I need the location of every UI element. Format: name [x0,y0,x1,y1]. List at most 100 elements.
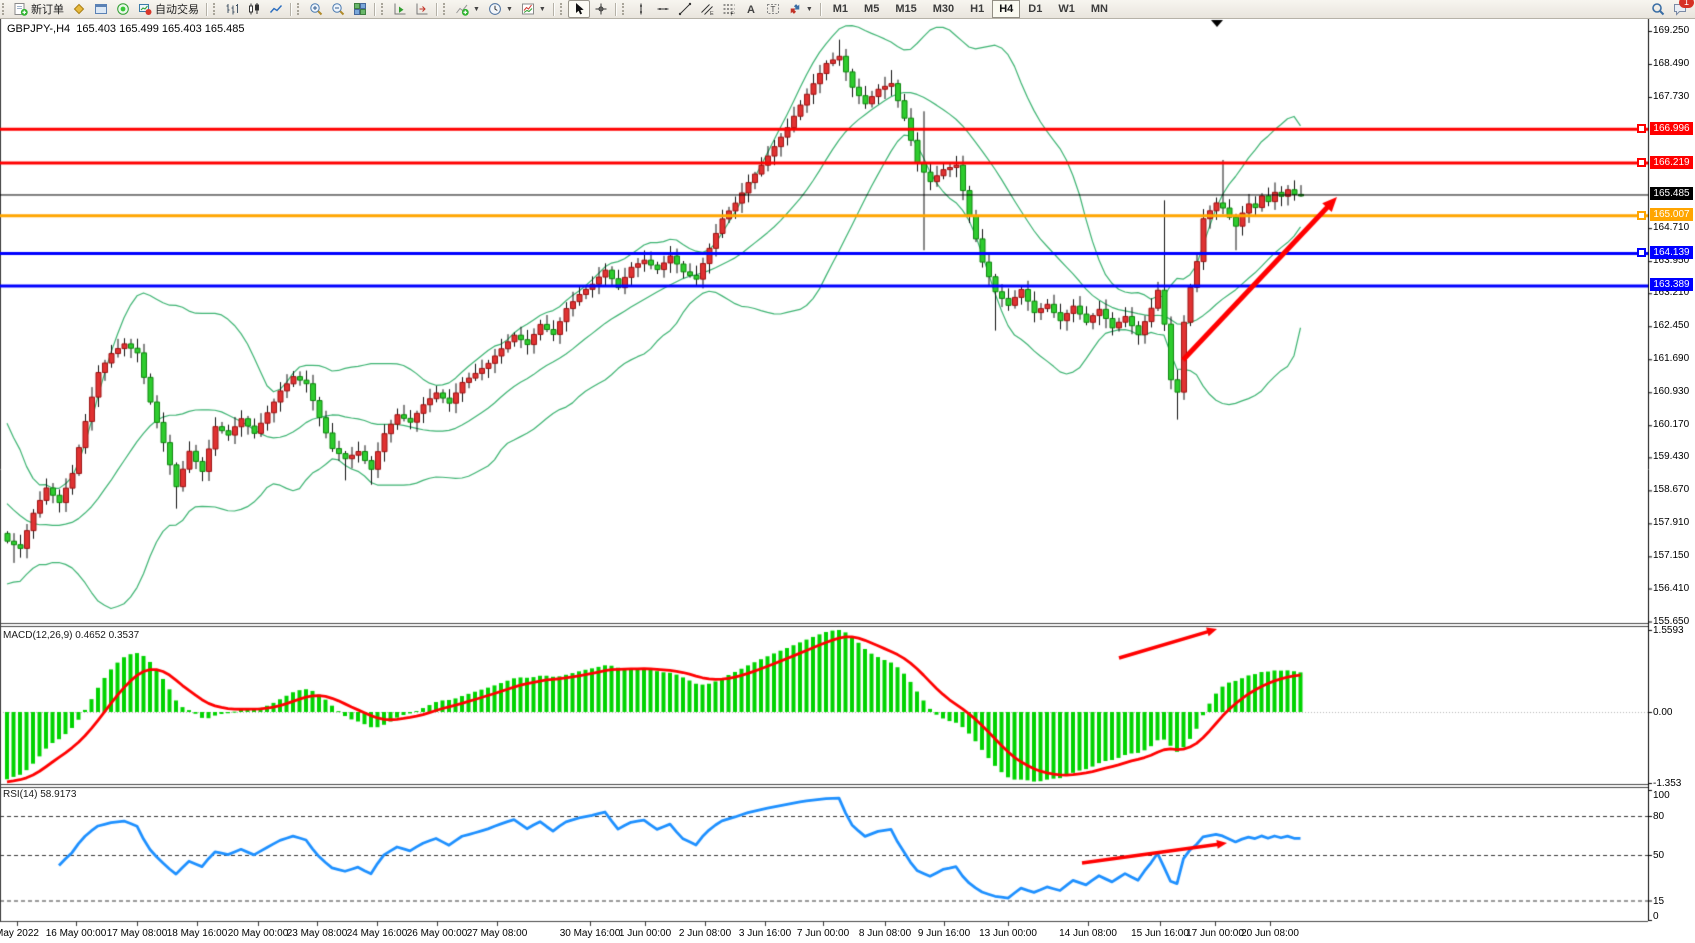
timeframe-button-d1[interactable]: D1 [1020,0,1050,18]
price-tick-label: 168.490 [1653,58,1689,69]
price-tick-label: 159.430 [1653,451,1689,462]
templates-button[interactable]: ▼ [517,0,550,18]
time-tick-label: 20 Jun 08:00 [1241,928,1299,939]
text-button[interactable]: A [740,0,762,18]
candlestick-chart-button[interactable] [243,0,265,18]
timeframe-button-mn[interactable]: MN [1083,0,1116,18]
price-tick-label: 169.250 [1653,25,1689,36]
time-tick-label: 27 May 08:00 [467,928,528,939]
level-line-anchor[interactable] [1637,211,1646,220]
periods-button[interactable]: ▼ [484,0,517,18]
svg-text:E: E [710,11,714,16]
vertical-line-button[interactable] [630,0,652,18]
time-tick-label: 2 Jun 08:00 [679,928,731,939]
bar-chart-icon [225,2,239,16]
search-icon [1651,2,1665,16]
line-chart-button[interactable] [265,0,287,18]
price-tick-label: 156.410 [1653,583,1689,594]
timeframe-button-m30[interactable]: M30 [925,0,962,18]
trendline-icon [678,2,692,16]
horizontal-line-button[interactable] [652,0,674,18]
bar-chart-button[interactable] [221,0,243,18]
toolbar-separator [553,3,555,16]
chevron-down-icon[interactable]: ▼ [506,6,513,13]
time-tick-label: 30 May 16:00 [560,928,621,939]
time-tick-label: 23 May 08:00 [287,928,348,939]
crosshair-icon [594,2,608,16]
time-tick-label: 17 May 08:00 [107,928,168,939]
auto-trading-icon [138,2,152,16]
chart-canvas[interactable] [0,0,1695,943]
timeframe-button-m5[interactable]: M5 [856,0,887,18]
new-order-button-label: 新订单 [31,1,64,17]
label-button[interactable]: T [762,0,784,18]
rsi-tick-label: 100 [1653,790,1670,801]
zoom-out-button[interactable] [327,0,349,18]
market-depth-button[interactable] [112,0,134,18]
chevron-down-icon[interactable]: ▼ [806,6,813,13]
tile-windows-icon [353,2,367,16]
macd-indicator-label: MACD(12,26,9) 0.4652 0.3537 [3,630,139,641]
mt4-window: 新订单自动交易▼▼▼EFAT▼M1M5M15M30H1H4D1W1MN1 GBP… [0,0,1695,943]
blue-window-icon [94,2,108,16]
tile-windows-button[interactable] [349,0,371,18]
price-tick-label: 158.670 [1653,484,1689,495]
crosshair-button[interactable] [590,0,612,18]
trendline-button[interactable] [674,0,696,18]
time-tick-label: 9 Jun 16:00 [918,928,970,939]
timeframe-button-m1[interactable]: M1 [825,0,856,18]
price-level-badge: 163.389 [1650,278,1693,291]
time-tick-label: 15 Jun 16:00 [1131,928,1189,939]
shapes-button[interactable]: ▼ [784,0,817,18]
auto-scroll-icon [393,2,407,16]
chart-shift-button[interactable] [411,0,433,18]
level-line-anchor[interactable] [1637,124,1646,133]
shapes-icon [788,2,802,16]
time-tick-label: 8 Jun 08:00 [859,928,911,939]
gold-diamond-icon [72,2,86,16]
time-tick-label: 26 May 00:00 [407,928,468,939]
timeframe-button-w1[interactable]: W1 [1050,0,1083,18]
level-line-anchor[interactable] [1637,248,1646,257]
zoom-out-icon [331,2,345,16]
vertical-line-icon [634,2,648,16]
price-tick-label: 164.710 [1653,222,1689,233]
timeframe-button-h4[interactable]: H4 [992,0,1020,18]
timeframe-button-m15[interactable]: M15 [887,0,924,18]
toolbar: 新订单 自动交易 ▼ ▼ ▼ E FAT ▼ M1M5M15M30H1H4D1W1MN 1 [0,0,1695,19]
price-tick-label: 167.730 [1653,91,1689,102]
zoom-in-button[interactable] [305,0,327,18]
time-tick-label: 1 Jun 00:00 [619,928,671,939]
indicators-button[interactable]: ▼ [451,0,484,18]
horizontal-line-icon [656,2,670,16]
channel-button[interactable]: E [696,0,718,18]
chevron-down-icon[interactable]: ▼ [473,6,480,13]
rsi-tick-label: 0 [1653,911,1659,922]
price-level-badge: 166.219 [1650,156,1693,169]
price-level-badge: 164.139 [1650,246,1693,259]
notifications-button[interactable]: 1 [1669,0,1691,18]
time-tick-label: 13 Jun 00:00 [979,928,1037,939]
toolbar-grip [213,3,218,15]
zoom-in-icon [309,2,323,16]
svg-text:A: A [747,4,755,16]
rsi-indicator-label: RSI(14) 58.9173 [3,789,76,800]
auto-trading-button-label: 自动交易 [155,1,199,17]
search-button[interactable] [1647,0,1669,18]
toolbar-grip [2,3,7,15]
chevron-down-icon[interactable]: ▼ [539,6,546,13]
charts-window-button[interactable] [90,0,112,18]
fibonacci-icon: F [722,2,736,16]
fibonacci-button[interactable]: F [718,0,740,18]
level-line-anchor[interactable] [1637,158,1646,167]
time-tick-label: 7 Jun 00:00 [797,928,849,939]
auto-trading-button[interactable]: 自动交易 [134,0,203,18]
new-order-button[interactable]: 新订单 [10,0,68,18]
time-tick-label: 14 Jun 08:00 [1059,928,1117,939]
toolbar-grip [381,3,386,15]
cursor-button[interactable] [568,0,590,18]
timeframe-button-h1[interactable]: H1 [962,0,992,18]
price-tick-label: 157.150 [1653,550,1689,561]
styles-button[interactable] [68,0,90,18]
auto-scroll-button[interactable] [389,0,411,18]
